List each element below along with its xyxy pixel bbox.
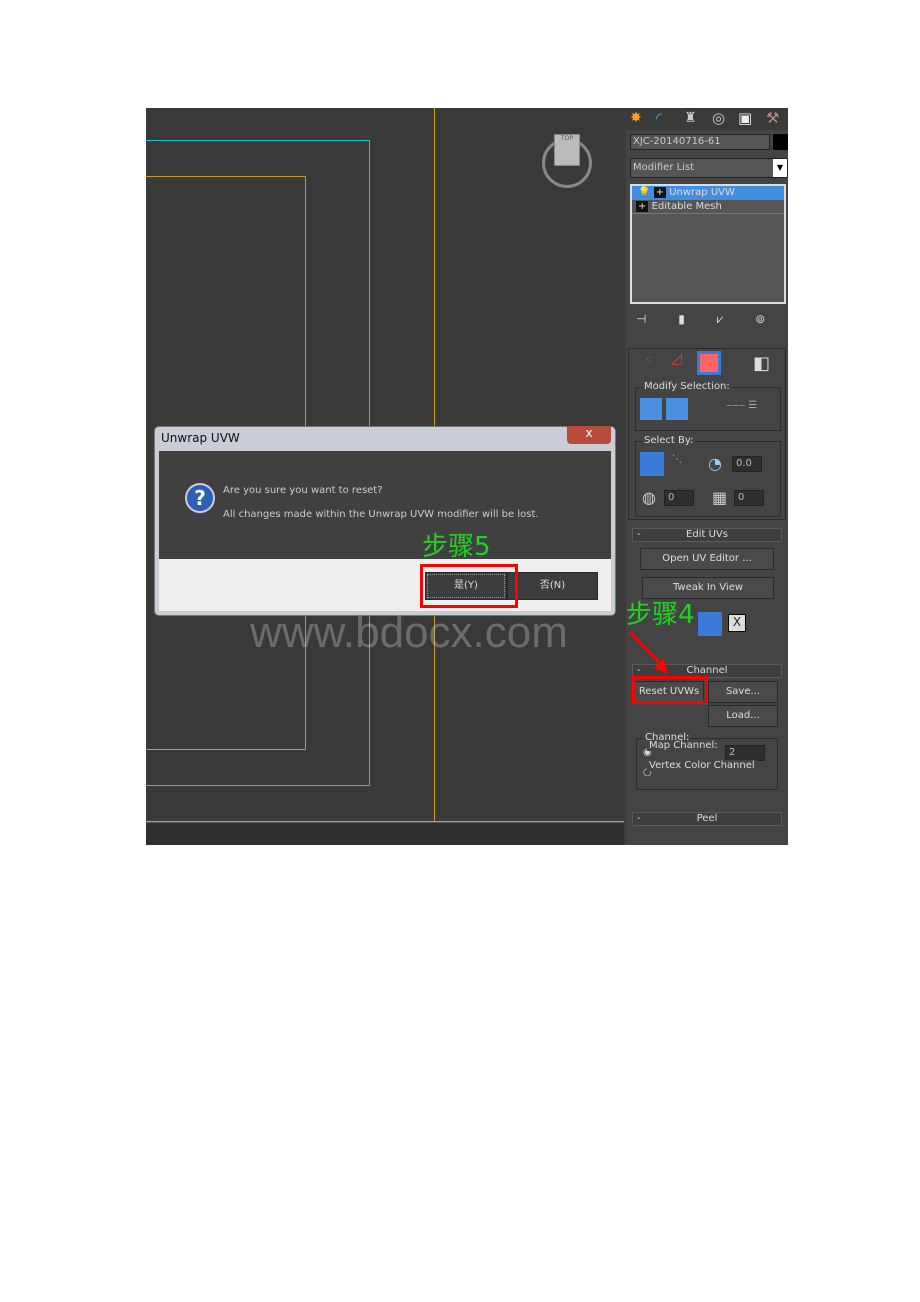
chevron-down-icon[interactable]: ▼	[773, 159, 787, 177]
stack-toolbar[interactable]: ⊣ ▮ ⩗ ⊚ ▦	[636, 312, 788, 327]
modifier-list-label: Modifier List	[633, 162, 695, 173]
command-panel: ✸ ◜ ♜ ◎ ▣ ⚒ XJC-20140716-61 Modifier Lis…	[626, 108, 788, 845]
no-button[interactable]: 否(N)	[507, 572, 598, 600]
stack-item-unwrap-uvw[interactable]: 💡 + Unwrap UVW	[632, 186, 784, 200]
dialog-body: ? Are you sure you want to reset? All ch…	[159, 451, 611, 559]
vertex-color-channel-radio[interactable]: ○ Vertex Color Channel	[641, 760, 757, 778]
spinner-1[interactable]: 0	[664, 490, 694, 506]
modifier-stack: 💡 + Unwrap UVW + Editable Mesh	[630, 184, 786, 304]
selection-rollout: ⁖ ◿ ◧ Modify Selection: ‒‒‒ ☰ Select By:…	[628, 348, 786, 520]
screenshot: TOP ✸ ◜ ♜ ◎ ▣ ⚒ XJC-20140716-61 Modifier…	[146, 108, 788, 845]
planar-angle-icon[interactable]: ◔	[706, 454, 724, 473]
utilities-icon[interactable]: ⚒	[766, 109, 779, 127]
map-channel-radio[interactable]: ◉ Map Channel:	[641, 740, 720, 758]
loop-ring-icon[interactable]: ‒‒‒ ☰	[724, 400, 760, 411]
polygon-mode-icon[interactable]	[697, 351, 721, 375]
timeline-ruler[interactable]	[146, 822, 624, 845]
viewcube[interactable]: TOP	[554, 134, 580, 166]
dialog-title: Unwrap UVW	[161, 431, 240, 445]
angle-spinner[interactable]: 0.0	[732, 456, 762, 472]
modifier-list-dropdown[interactable]: Modifier List ▼	[630, 158, 788, 178]
step5-highlight	[420, 564, 518, 608]
peel-rollout-header[interactable]: - Peel	[632, 812, 782, 826]
save-button[interactable]: Save...	[708, 681, 778, 703]
modify-selection-label: Modify Selection:	[642, 381, 732, 392]
select-by-normal-icon[interactable]: ◍	[640, 488, 658, 507]
edge-mode-icon[interactable]: ◿	[671, 351, 682, 367]
quick-planar-icon[interactable]	[698, 612, 722, 636]
modify-icon[interactable]: ◜	[656, 109, 662, 127]
load-button[interactable]: Load...	[708, 705, 778, 727]
close-button[interactable]: x	[567, 426, 611, 444]
step4-arrow	[628, 630, 668, 674]
shrink-selection-icon[interactable]	[666, 398, 688, 420]
spinner-2[interactable]: 0	[734, 490, 764, 506]
stack-item-editable-mesh[interactable]: + Editable Mesh	[632, 200, 784, 214]
dialog-message-2: All changes made within the Unwrap UVW m…	[223, 509, 539, 520]
close-x-icon[interactable]: X	[728, 614, 746, 632]
dialog-message-1: Are you sure you want to reset?	[223, 485, 383, 496]
object-name-field[interactable]: XJC-20140716-61	[630, 134, 770, 150]
question-icon: ?	[185, 483, 215, 513]
select-element-icon[interactable]	[640, 452, 664, 476]
open-uv-editor-button[interactable]: Open UV Editor ...	[640, 548, 774, 570]
dialog-button-area: 是(Y) 否(N)	[159, 559, 611, 611]
step4-label: 步骤4	[626, 600, 695, 630]
hierarchy-icon[interactable]: ♜	[684, 110, 697, 126]
edit-uvs-rollout-header[interactable]: - Edit UVs	[632, 528, 782, 542]
display-icon[interactable]: ▣	[738, 109, 752, 127]
select-grid-icon[interactable]: ▦	[710, 488, 730, 507]
select-by-label: Select By:	[642, 435, 696, 446]
grow-selection-icon[interactable]	[640, 398, 662, 420]
vertex-mode-icon[interactable]: ⁖	[645, 353, 652, 367]
step4-highlight	[632, 676, 708, 704]
element-mode-icon[interactable]: ◧	[753, 353, 770, 374]
unwrap-uvw-dialog: Unwrap UVW x ? Are you sure you want to …	[154, 426, 616, 616]
watermark: www.bdocx.com	[250, 608, 568, 657]
select-path-icon[interactable]: ⋱	[670, 454, 684, 465]
object-color-swatch[interactable]	[773, 134, 788, 150]
motion-icon[interactable]: ◎	[712, 109, 725, 127]
panel-tabs: ✸ ◜ ♜ ◎ ▣ ⚒	[626, 108, 788, 130]
step5-label: 步骤5	[422, 532, 491, 562]
create-icon[interactable]: ✸	[630, 110, 642, 126]
map-channel-spinner[interactable]: 2	[725, 745, 765, 761]
